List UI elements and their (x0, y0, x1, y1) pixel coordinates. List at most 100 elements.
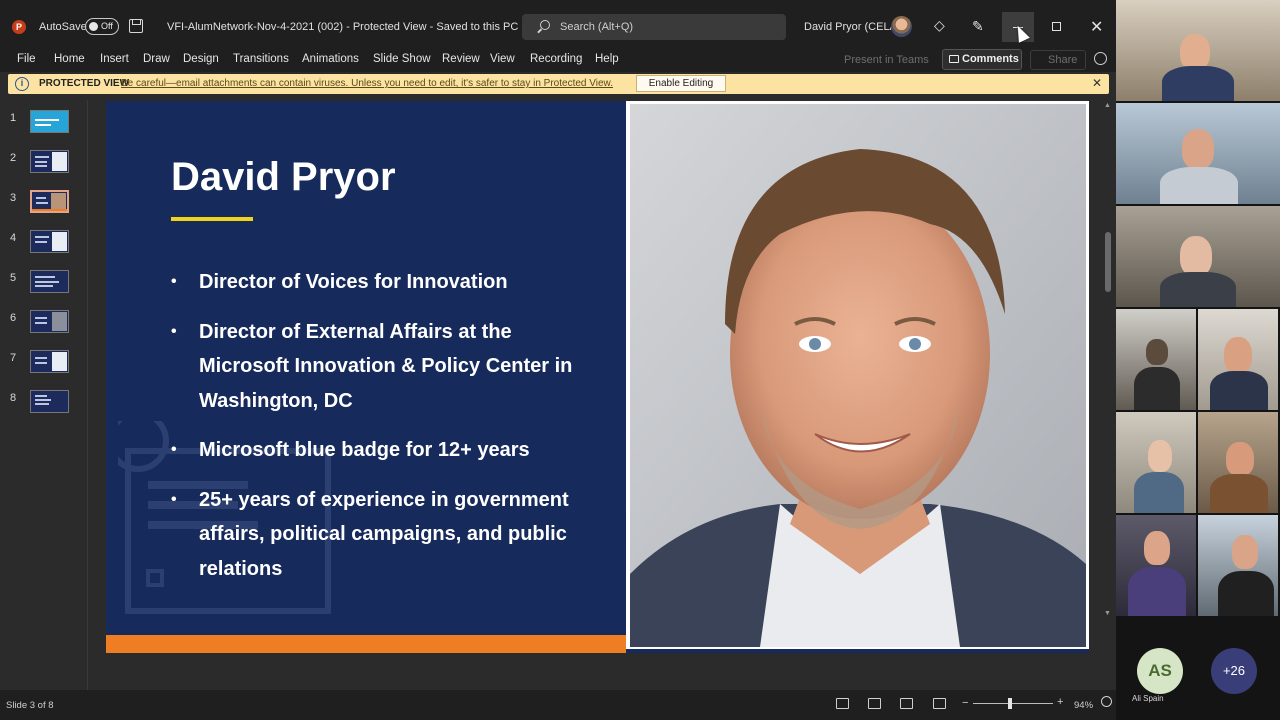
participant-head (1148, 440, 1172, 472)
participant-video-tile[interactable] (1198, 515, 1278, 616)
close-icon[interactable]: ✕ (1092, 76, 1102, 90)
powerpoint-window: P AutoSave Off VFI-AlumNetwork-Nov-4-202… (0, 0, 1116, 720)
vertical-scrollbar[interactable]: ▲ ▼ (1102, 102, 1114, 617)
bullet-item: Director of External Affairs at the Micr… (171, 315, 601, 419)
premium-diamond-icon[interactable]: ◇ (934, 18, 947, 32)
tab-home[interactable]: Home (54, 53, 85, 65)
participant-video-tile[interactable] (1116, 103, 1280, 204)
protected-view-bar: i PROTECTED VIEW Be careful—email attach… (8, 74, 1109, 94)
participant-head (1226, 442, 1254, 476)
slide-preview (30, 350, 69, 373)
autosave-toggle[interactable]: Off (85, 18, 119, 35)
zoom-out-button[interactable]: − (962, 697, 968, 709)
headshot-photo (630, 104, 1086, 647)
bullet-item: Director of Voices for Innovation (171, 265, 601, 300)
tab-file[interactable]: File (17, 53, 36, 65)
info-shield-icon: i (15, 77, 29, 91)
tab-draw[interactable]: Draw (143, 53, 170, 65)
participant-avatar[interactable]: AS (1137, 648, 1183, 694)
participant-body (1218, 571, 1274, 616)
comment-icon (949, 55, 959, 63)
enable-editing-button[interactable]: Enable Editing (636, 75, 726, 92)
slide-preview (30, 310, 69, 333)
participant-video-tile[interactable] (1198, 309, 1278, 410)
slide-thumbnail[interactable]: 7 (0, 350, 88, 382)
participant-video-tile[interactable] (1116, 0, 1280, 101)
reading-view-icon[interactable] (900, 698, 913, 709)
slide-thumbnail[interactable]: 6 (0, 310, 88, 342)
search-icon (540, 20, 550, 30)
tab-help[interactable]: Help (595, 53, 619, 65)
tab-recording[interactable]: Recording (530, 53, 582, 65)
autosave-label: AutoSave (39, 21, 87, 33)
slide-title: David Pryor (171, 155, 396, 199)
slide-thumbnail[interactable]: 3 (0, 189, 88, 222)
slide-preview (30, 390, 69, 413)
participant-video-tile[interactable] (1116, 206, 1280, 307)
scroll-down-icon[interactable]: ▼ (1104, 610, 1111, 617)
tab-slide-show[interactable]: Slide Show (373, 53, 431, 65)
account-avatar[interactable] (891, 16, 912, 37)
participant-body (1160, 272, 1236, 307)
account-name[interactable]: David Pryor (CELA) (804, 21, 901, 33)
protected-view-label: PROTECTED VIEW (39, 78, 130, 89)
zoom-slider-knob[interactable] (1008, 698, 1012, 709)
slide-preview (29, 189, 70, 214)
participant-video-tile[interactable] (1116, 412, 1196, 513)
meeting-video-gallery: AS Ali Spain +26 (1116, 0, 1280, 720)
comments-button[interactable]: Comments (942, 49, 1022, 70)
slide-preview (30, 230, 69, 253)
protected-view-message[interactable]: Be careful—email attachments can contain… (121, 78, 613, 89)
zoom-in-button[interactable]: + (1057, 696, 1063, 708)
tab-transitions[interactable]: Transitions (233, 53, 289, 65)
participant-video-tile[interactable] (1198, 412, 1278, 513)
feedback-smiley-icon[interactable] (1094, 52, 1107, 65)
title-bar: P AutoSave Off VFI-AlumNetwork-Nov-4-202… (0, 0, 1116, 54)
slide-number: 5 (10, 272, 17, 284)
tab-view[interactable]: View (490, 53, 515, 65)
slide-canvas[interactable]: David Pryor Director of Voices for Innov… (106, 101, 1089, 653)
slide-thumbnail[interactable]: 8 (0, 390, 88, 422)
bullet-list: Director of Voices for Innovation Direct… (171, 265, 601, 601)
participant-video-tile[interactable] (1116, 309, 1196, 410)
document-title: VFI-AlumNetwork-Nov-4-2021 (002) - Prote… (167, 21, 519, 33)
participant-body (1160, 167, 1238, 204)
participant-body (1134, 472, 1184, 513)
slide-number: 6 (10, 312, 17, 324)
tab-animations[interactable]: Animations (302, 53, 359, 65)
slide-number: 7 (10, 352, 17, 364)
search-box[interactable]: Search (Alt+Q) (522, 14, 786, 40)
scroll-up-icon[interactable]: ▲ (1104, 102, 1111, 109)
restore-button[interactable] (1052, 22, 1061, 31)
slide-preview (30, 110, 69, 133)
participant-name: Ali Spain (1132, 694, 1164, 703)
screen: P AutoSave Off VFI-AlumNetwork-Nov-4-202… (0, 0, 1280, 720)
slide-thumbnail[interactable]: 1 (0, 110, 88, 142)
fit-to-window-icon[interactable] (1101, 696, 1112, 707)
present-in-teams-button[interactable]: Present in Teams (826, 50, 936, 70)
slide-number: 2 (10, 152, 17, 164)
normal-view-icon[interactable] (868, 698, 881, 709)
save-icon[interactable] (129, 19, 143, 33)
tab-insert[interactable]: Insert (100, 53, 129, 65)
slide-thumbnail[interactable]: 4 (0, 230, 88, 262)
scroll-thumb[interactable] (1105, 232, 1111, 292)
participant-body (1134, 367, 1180, 410)
zoom-slider[interactable] (973, 698, 1053, 709)
slide-thumbnail[interactable]: 2 (0, 150, 88, 182)
slide-preview (30, 270, 69, 293)
zoom-level[interactable]: 94% (1074, 700, 1093, 711)
pen-icon[interactable]: ✎ (972, 18, 984, 35)
share-button[interactable]: Share (1030, 50, 1086, 70)
participant-body (1210, 371, 1268, 410)
participant-head (1224, 337, 1252, 373)
slideshow-icon[interactable] (933, 698, 946, 709)
slide-thumbnail[interactable]: 5 (0, 270, 88, 302)
participant-video-tile[interactable] (1116, 515, 1196, 616)
autosave-state: Off (101, 21, 113, 31)
close-button[interactable]: ✕ (1090, 17, 1103, 37)
notes-icon[interactable] (836, 698, 849, 709)
more-participants-button[interactable]: +26 (1211, 648, 1257, 694)
tab-design[interactable]: Design (183, 53, 219, 65)
tab-review[interactable]: Review (442, 53, 480, 65)
